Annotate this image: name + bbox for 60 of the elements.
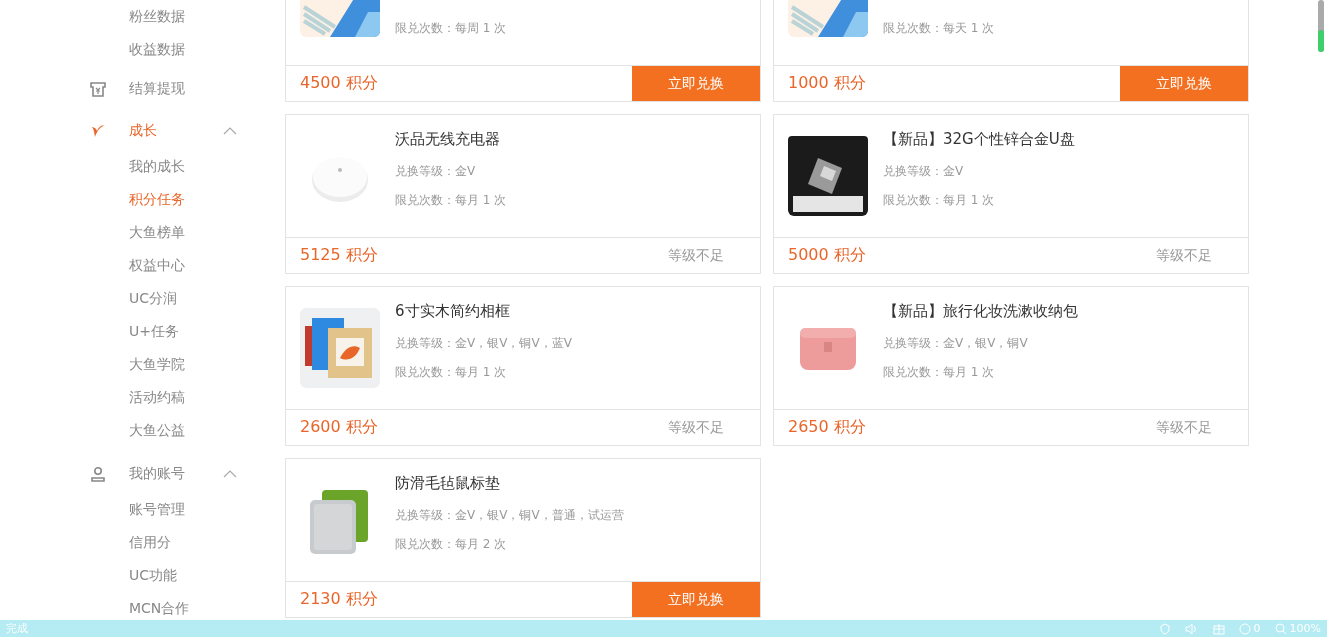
chevron-up-icon[interactable]: [223, 470, 237, 478]
sidebar-item[interactable]: MCN合作: [129, 599, 190, 618]
redeem-button[interactable]: 立即兑换: [632, 66, 760, 101]
exchange-limit: 限兑次数：每月 1 次: [395, 364, 508, 381]
exchange-levels: 兑换等级：金V: [883, 163, 965, 180]
chevron-up-icon[interactable]: [223, 127, 237, 135]
sidebar-item[interactable]: 活动约稿: [129, 388, 185, 407]
sidebar-item[interactable]: U+任务: [129, 322, 179, 341]
sidebar-item[interactable]: UC分润: [129, 289, 178, 308]
sidebar-group[interactable]: 成长: [129, 122, 223, 140]
exchange-limit: 限兑次数：每天 1 次: [883, 20, 995, 37]
level-note: 等级不足: [668, 246, 725, 265]
points-price: 1000 积分: [788, 73, 866, 94]
exchange-levels: 兑换等级：金V，银V，铜V，蓝V: [395, 335, 572, 352]
exchange-limit: 限兑次数：每月 1 次: [395, 192, 507, 209]
points-price: 5125 积分: [300, 245, 378, 266]
sidebar-item[interactable]: 信用分: [129, 533, 171, 552]
counter-text: 0: [1253, 622, 1261, 635]
exchange-levels: 兑换等级：金V，银V，铜V，普通，试运营: [395, 507, 624, 524]
level-note: 等级不足: [668, 418, 725, 437]
sidebar-item[interactable]: 积分任务: [129, 190, 185, 209]
product-title: 【新品】旅行化妆洗漱收纳包: [883, 302, 1078, 321]
sidebar-item[interactable]: 收益数据: [129, 40, 185, 59]
exchange-limit: 限兑次数：每月 2 次: [395, 536, 508, 553]
scrollbar[interactable]: [1318, 0, 1324, 52]
wallet-icon: [90, 81, 106, 97]
product-title: 防滑毛毡鼠标垫: [395, 474, 501, 493]
zoom-icon[interactable]: [1274, 622, 1287, 635]
level-note: 等级不足: [1156, 246, 1213, 265]
sidebar-item[interactable]: UC功能: [129, 566, 178, 585]
exchange-levels: 兑换等级：金V: [395, 163, 477, 180]
points-price: 2130 积分: [300, 589, 378, 610]
sidebar-item[interactable]: 大鱼公益: [129, 421, 185, 440]
exchange-levels: 兑换等级：金V，银V，铜V: [883, 335, 1029, 352]
exchange-limit: 限兑次数：每月 1 次: [883, 364, 996, 381]
sidebar-group[interactable]: 我的账号: [129, 465, 223, 483]
box-icon[interactable]: [1212, 622, 1225, 635]
status-text: 完成: [6, 621, 28, 636]
speaker-icon[interactable]: [1184, 622, 1199, 635]
product-title: 6寸实木简约相框: [395, 302, 511, 321]
points-price: 5000 积分: [788, 245, 866, 266]
redeem-button[interactable]: 立即兑换: [1120, 66, 1248, 101]
points-price: 2600 积分: [300, 417, 378, 438]
exchange-limit: 限兑次数：每月 1 次: [883, 192, 996, 209]
points-price: 2650 积分: [788, 417, 866, 438]
redeem-button[interactable]: 立即兑换: [632, 582, 760, 617]
sidebar-item[interactable]: 权益中心: [129, 256, 185, 275]
user-icon: [90, 466, 106, 482]
leaf-icon: [90, 123, 106, 139]
sidebar-item[interactable]: 大鱼榜单: [129, 223, 185, 242]
sidebar-item[interactable]: 大鱼学院: [129, 355, 185, 374]
points-price: 4500 积分: [300, 73, 378, 94]
level-note: 等级不足: [1156, 418, 1213, 437]
product-title: 沃品无线充电器: [395, 130, 501, 149]
exchange-limit: 限兑次数：每周 1 次: [395, 20, 507, 37]
sidebar-item[interactable]: 粉丝数据: [129, 7, 185, 26]
sidebar-item[interactable]: 账号管理: [129, 500, 185, 519]
product-title: 【新品】32G个性锌合金U盘: [883, 130, 1075, 149]
sidebar-group[interactable]: 结算提现: [129, 80, 223, 98]
sidebar-item[interactable]: 我的成长: [129, 157, 185, 176]
